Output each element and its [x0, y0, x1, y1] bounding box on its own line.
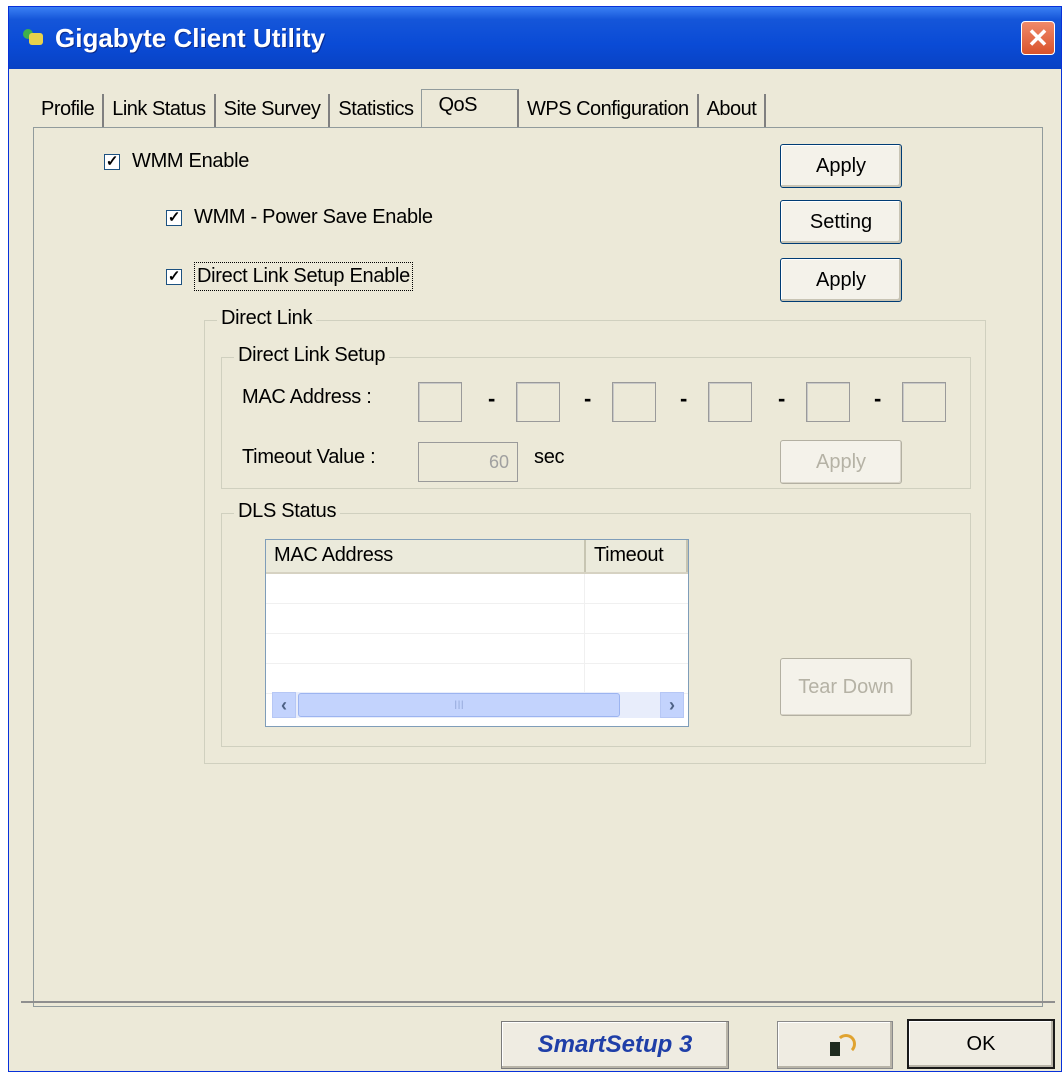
smartsetup-button[interactable]: SmartSetup 3	[501, 1021, 729, 1069]
power-save-setting-button[interactable]: Setting	[780, 200, 902, 244]
app-icon	[23, 29, 43, 47]
tab-statistics[interactable]: Statistics	[330, 94, 421, 129]
mac-octet-4-input[interactable]	[708, 382, 752, 422]
tab-bar: Profile Link Status Site Survey Statisti…	[33, 87, 767, 131]
mac-octet-6-input[interactable]	[902, 382, 946, 422]
tab-link-status[interactable]: Link Status	[104, 94, 216, 129]
wmm-apply-button[interactable]: Apply	[780, 144, 902, 188]
dls-enable-checkbox[interactable]: ✓ Direct Link Setup Enable	[166, 262, 413, 291]
tear-down-button[interactable]: Tear Down	[780, 658, 912, 716]
tab-wps-configuration[interactable]: WPS Configuration	[519, 94, 699, 129]
dls-status-label: DLS Status	[234, 500, 341, 523]
scroll-track[interactable]: III	[296, 692, 660, 718]
check-icon: ✓	[104, 153, 120, 170]
close-button[interactable]: ✕	[1021, 21, 1055, 55]
scroll-right-icon[interactable]: ›	[660, 692, 684, 718]
close-icon: ✕	[1027, 23, 1049, 53]
table-body	[266, 574, 688, 694]
check-icon: ✓	[166, 268, 182, 285]
wmm-power-save-label: WMM - Power Save Enable	[194, 206, 433, 228]
title-bar[interactable]: Gigabyte Client Utility ✕	[9, 7, 1061, 69]
table-row[interactable]	[266, 574, 688, 604]
mac-octet-1-input[interactable]	[418, 382, 462, 422]
direct-link-setup-group: Direct Link Setup MAC Address : - - - - …	[221, 344, 971, 489]
column-timeout[interactable]: Timeout	[586, 540, 688, 572]
ok-button[interactable]: OK	[907, 1019, 1055, 1069]
direct-link-group-label: Direct Link	[217, 307, 317, 330]
column-mac-address[interactable]: MAC Address	[266, 540, 586, 572]
mac-octet-2-input[interactable]	[516, 382, 560, 422]
scroll-thumb[interactable]: III	[298, 693, 620, 717]
tab-qos[interactable]: QoS	[421, 89, 519, 131]
scroll-left-icon[interactable]: ‹	[272, 692, 296, 718]
mac-separator: -	[778, 386, 786, 411]
timeout-apply-button[interactable]: Apply	[780, 440, 902, 484]
table-row[interactable]	[266, 634, 688, 664]
dls-status-table[interactable]: MAC Address Timeout ‹ III ›	[265, 539, 689, 727]
mac-separator: -	[488, 386, 496, 411]
mac-octet-5-input[interactable]	[806, 382, 850, 422]
mac-address-label: MAC Address :	[242, 386, 372, 408]
window-title: Gigabyte Client Utility	[55, 23, 326, 53]
mac-separator: -	[584, 386, 592, 411]
mac-octet-3-input[interactable]	[612, 382, 656, 422]
horizontal-scrollbar[interactable]: ‹ III ›	[272, 692, 684, 718]
wmm-power-save-checkbox[interactable]: ✓ WMM - Power Save Enable	[166, 206, 433, 229]
timeout-value-label: Timeout Value :	[242, 446, 376, 468]
dls-enable-label: Direct Link Setup Enable	[194, 262, 413, 291]
wireless-network-icon	[830, 1034, 856, 1058]
timeout-unit-label: sec	[534, 446, 565, 468]
check-icon: ✓	[166, 209, 182, 226]
direct-link-setup-label: Direct Link Setup	[234, 344, 390, 367]
app-window: Gigabyte Client Utility ✕ Profile Link S…	[8, 6, 1062, 1072]
table-row[interactable]	[266, 664, 688, 694]
tab-about[interactable]: About	[699, 94, 767, 129]
dls-apply-button[interactable]: Apply	[780, 258, 902, 302]
table-row[interactable]	[266, 604, 688, 634]
tab-profile[interactable]: Profile	[33, 94, 105, 129]
wmm-enable-label: WMM Enable	[132, 150, 250, 172]
timeout-value-input[interactable]: 60	[418, 442, 518, 482]
mac-separator: -	[680, 386, 688, 411]
table-header: MAC Address Timeout	[266, 540, 688, 574]
tab-site-survey[interactable]: Site Survey	[216, 94, 331, 129]
mac-separator: -	[874, 386, 882, 411]
network-button[interactable]	[777, 1021, 893, 1069]
wmm-enable-checkbox[interactable]: ✓ WMM Enable	[104, 150, 249, 173]
footer-divider	[21, 1001, 1055, 1003]
